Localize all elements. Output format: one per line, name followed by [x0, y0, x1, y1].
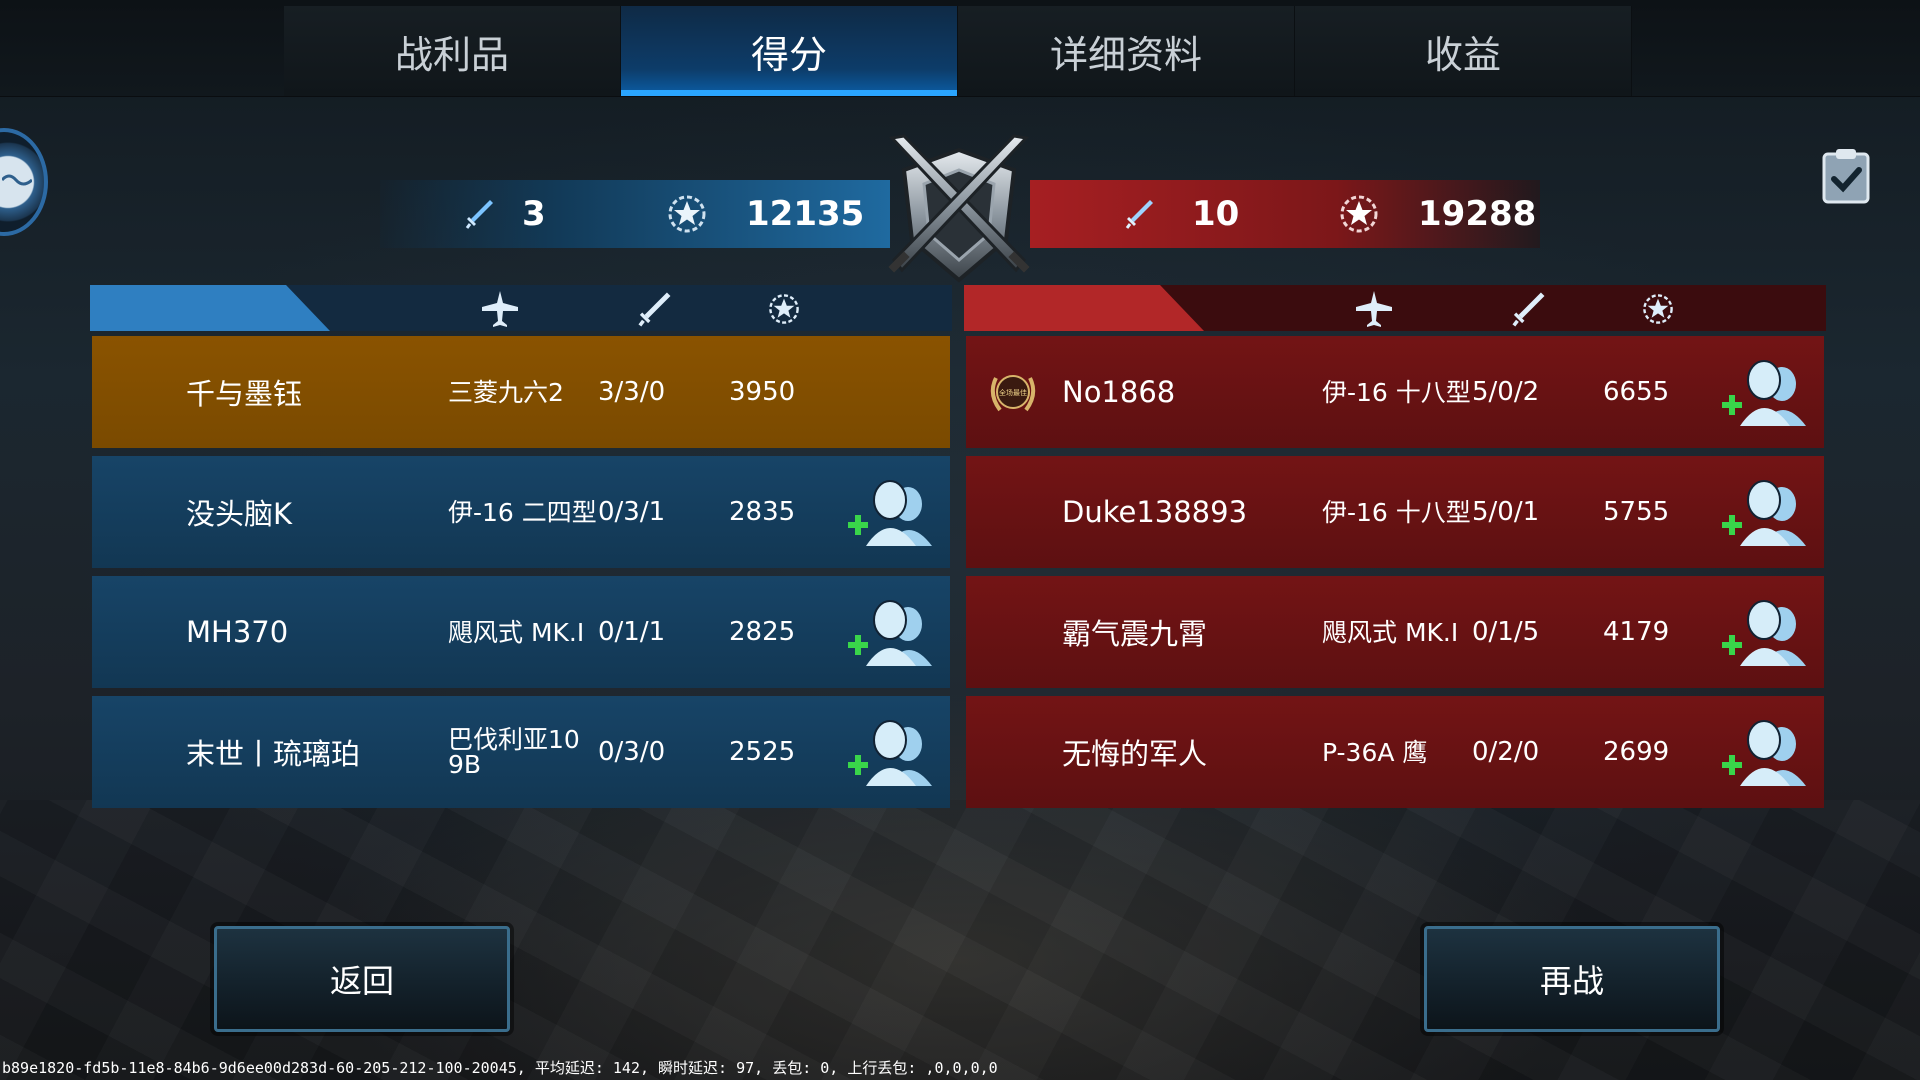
side-menu-button[interactable]: [0, 128, 48, 236]
blue-player-row-2[interactable]: 没头脑K 伊-16 二四型 0/3/1 2835: [92, 456, 950, 568]
clipboard-check-button[interactable]: [1818, 146, 1874, 206]
player-kda: 0/3/1: [598, 497, 666, 527]
blue-team-header: [90, 285, 952, 331]
player-score: 5755: [1603, 497, 1670, 527]
player-score: 4179: [1603, 617, 1670, 647]
player-name: 千与墨钰: [186, 377, 303, 411]
red-team-header: [964, 285, 1826, 331]
blue-player-row-3[interactable]: MH370 飓风式 MK.I 0/1/1 2825: [92, 576, 950, 688]
back-button[interactable]: 返回: [214, 926, 510, 1032]
player-kda: 0/1/1: [598, 617, 666, 647]
player-score: 6655: [1603, 377, 1670, 407]
player-kda: 5/0/1: [1472, 497, 1540, 527]
player-name: 无悔的军人: [1062, 737, 1208, 771]
add-friend-icon[interactable]: [1720, 596, 1814, 668]
player-plane: 三菱九六2: [448, 377, 564, 407]
star-wreath-icon: [1643, 294, 1673, 324]
add-friend-icon[interactable]: [846, 716, 940, 788]
plane-icon: [1356, 291, 1392, 327]
red-player-row-3[interactable]: 霸气震九霄 飓风式 MK.I 0/1/5 4179: [966, 576, 1824, 688]
blue-kills-value: 3: [522, 194, 546, 234]
blue-score: 12135: [662, 180, 864, 248]
add-friend-icon[interactable]: [846, 596, 940, 668]
red-team-summary: 10 19288: [1030, 180, 1540, 248]
crossed-swords-emblem-icon: [888, 134, 1030, 283]
player-name: MH370: [186, 615, 289, 649]
blue-player-row-4[interactable]: 末世丨琉璃珀 巴伐利亚10 9B 0/3/0 2525: [92, 696, 950, 808]
player-plane: 伊-16 十八型: [1322, 497, 1471, 527]
sword-icon: [465, 200, 493, 229]
add-friend-icon[interactable]: [1720, 716, 1814, 788]
player-score: 3950: [729, 377, 796, 407]
red-team-label-tab: [964, 285, 1204, 331]
player-kda: 0/3/0: [598, 737, 666, 767]
tab-score[interactable]: 得分: [621, 6, 958, 96]
star-wreath-icon: [1340, 195, 1378, 233]
add-friend-icon[interactable]: [1720, 356, 1814, 428]
player-name: 霸气震九霄: [1062, 617, 1208, 651]
blue-score-value: 12135: [746, 194, 865, 234]
tab-loot[interactable]: 战利品: [284, 6, 621, 96]
player-name: 末世丨琉璃珀: [186, 737, 361, 771]
player-score: 2699: [1603, 737, 1670, 767]
add-friend-icon[interactable]: [846, 476, 940, 548]
star-wreath-icon: [668, 195, 706, 233]
add-friend-icon[interactable]: [1720, 476, 1814, 548]
player-plane: 飓风式 MK.I: [448, 617, 585, 647]
mvp-laurel-icon: 全场最佳: [990, 375, 1036, 412]
blue-team-summary: 3 12135: [380, 180, 890, 248]
red-kills: 10: [1122, 180, 1239, 248]
tabs: 战利品 得分 详细资料 收益: [284, 6, 1632, 96]
player-plane: 巴伐利亚10 9B: [448, 725, 580, 779]
red-player-row-1[interactable]: 全场最佳 No1868 伊-16 十八型 5/0/2 6655: [966, 336, 1824, 448]
player-score: 2825: [729, 617, 796, 647]
top-tab-bar: 战利品 得分 详细资料 收益: [0, 0, 1920, 97]
red-score-value: 19288: [1418, 194, 1537, 234]
player-plane: 伊-16 二四型: [448, 497, 597, 527]
red-score: 19288: [1334, 180, 1536, 248]
player-name: Duke138893: [1062, 495, 1248, 529]
rematch-button[interactable]: 再战: [1424, 926, 1720, 1032]
tab-earnings[interactable]: 收益: [1295, 6, 1632, 96]
star-wreath-icon: [769, 294, 799, 324]
network-debug-line: b89e1820-fd5b-11e8-84b6-9d6ee00d283d-60-…: [2, 1059, 998, 1077]
player-plane: P-36A 鹰: [1322, 737, 1428, 767]
mvp-text: 全场最佳: [999, 388, 1027, 397]
plane-icon: [482, 291, 518, 327]
player-plane: 伊-16 十八型: [1322, 377, 1471, 407]
red-player-row-4[interactable]: 无悔的军人 P-36A 鹰 0/2/0 2699: [966, 696, 1824, 808]
player-score: 2835: [729, 497, 796, 527]
sword-icon: [1512, 292, 1545, 327]
blue-player-row-1[interactable]: 千与墨钰 三菱九六2 3/3/0 3950: [92, 336, 950, 448]
blue-team-label-tab: [90, 285, 330, 331]
player-kda: 0/2/0: [1472, 737, 1540, 767]
clipboard-check-icon: [1822, 149, 1870, 204]
sword-icon: [1125, 200, 1153, 229]
player-kda: 5/0/2: [1472, 377, 1540, 407]
player-name: 没头脑K: [186, 497, 293, 531]
sword-icon: [638, 292, 671, 327]
blue-kills: 3: [462, 180, 546, 248]
red-kills-value: 10: [1192, 194, 1240, 234]
red-player-row-2[interactable]: Duke138893 伊-16 十八型 5/0/1 5755: [966, 456, 1824, 568]
player-name: No1868: [1062, 375, 1176, 409]
player-kda: 3/3/0: [598, 377, 666, 407]
tab-details[interactable]: 详细资料: [958, 6, 1295, 96]
wave-icon: [2, 174, 32, 186]
player-plane: 飓风式 MK.I: [1322, 617, 1459, 647]
player-kda: 0/1/5: [1472, 617, 1540, 647]
player-score: 2525: [729, 737, 796, 767]
